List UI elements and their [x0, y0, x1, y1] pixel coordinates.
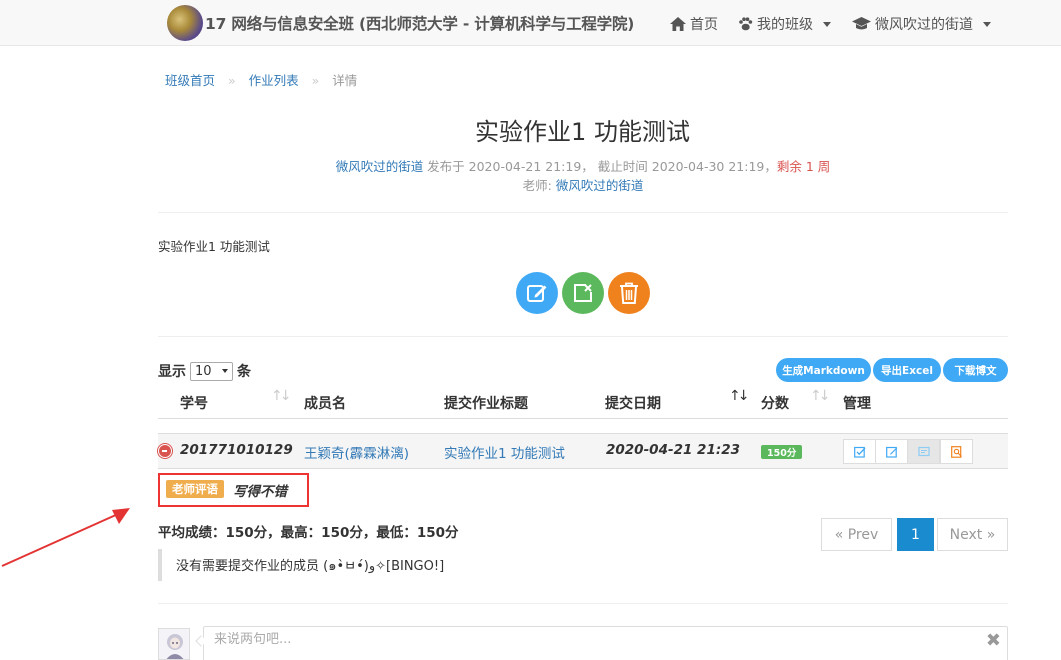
score-badge: 150分 [761, 445, 803, 459]
breadcrumb-separator: » [228, 73, 236, 88]
export-excel-button[interactable]: 导出Excel [873, 358, 941, 382]
nav-user-menu[interactable]: 微风吹过的街道 [852, 14, 991, 34]
top-navbar: 17 网络与信息安全班 (西北师范大学 - 计算机科学与工程学院) 首页 我的班… [0, 0, 1061, 46]
pagination-prev[interactable]: « Prev [821, 518, 892, 551]
cell-member-name-link[interactable]: 王颖奇(霹霖淋漓) [304, 442, 409, 462]
page-size-value: 10 [195, 363, 212, 379]
page-size-select[interactable]: 10 [190, 361, 233, 381]
sort-icon[interactable]: ↑↓ [729, 388, 750, 404]
comment-input-wrapper: ✖ [203, 626, 1008, 660]
page-size-control: 显示 10 条 [158, 361, 251, 381]
column-header-manage: 管理 [843, 396, 871, 412]
download-posts-button[interactable]: 下载博文 [943, 358, 1008, 382]
breadcrumb-class-home[interactable]: 班级首页 [165, 73, 215, 88]
search-document-icon [950, 445, 962, 458]
comment-input[interactable] [214, 632, 974, 647]
class-title[interactable]: 17 网络与信息安全班 (西北师范大学 - 计算机科学与工程学院) [205, 12, 634, 34]
homework-remaining: 剩余 1 周 [776, 159, 831, 174]
table-header-divider [158, 418, 1008, 419]
cell-homework-title-link[interactable]: 实验作业1 功能测试 [444, 442, 565, 462]
teacher-comment-tag: 老师评语 [166, 480, 224, 498]
comment-icon [917, 446, 930, 456]
teacher-comment-text: 写得不错 [233, 484, 287, 500]
pagination-page-current[interactable]: 1 [897, 518, 934, 551]
homework-publish-info: 发布于 2020-04-21 21:19， 截止时间 2020-04-30 21… [423, 159, 777, 174]
checkbox-icon [853, 446, 865, 458]
nav-my-class-label: 我的班级 [757, 17, 813, 33]
nav-user-label: 微风吹过的街道 [875, 17, 973, 33]
graduation-cap-icon [852, 17, 871, 30]
homework-description: 实验作业1 功能测试 [158, 239, 270, 254]
homework-author-link[interactable]: 微风吹过的街道 [336, 159, 424, 174]
edit-icon [527, 285, 547, 302]
breadcrumb: 班级首页 » 作业列表 » 详情 [165, 70, 357, 89]
column-header-submit-date[interactable]: 提交日期 [605, 393, 661, 413]
close-homework-button[interactable] [562, 272, 604, 314]
no-pending-notice: 没有需要提交作业的成员 (๑•̀ㅂ•́)و✧[BINGO!] [158, 549, 458, 581]
unit-label: 条 [237, 364, 251, 380]
review-submission-button[interactable] [940, 439, 973, 464]
annotation-arrow-icon [1, 508, 130, 567]
close-square-icon [574, 284, 592, 302]
delete-homework-button[interactable] [608, 272, 650, 314]
divider [158, 336, 1008, 337]
grade-button[interactable] [843, 439, 876, 464]
teacher-label: 老师: [522, 178, 556, 193]
homework-meta: 微风吹过的街道 发布于 2020-04-21 21:19， 截止时间 2020-… [0, 156, 1061, 175]
column-header-member-name[interactable]: 成员名 [304, 393, 346, 413]
cell-student-id: 201771010129 [180, 442, 293, 458]
generate-markdown-button[interactable]: 生成Markdown [776, 358, 871, 382]
trash-icon [620, 282, 638, 304]
score-statistics: 平均成绩：150分，最高：150分，最低：150分 [158, 525, 459, 541]
class-avatar[interactable] [167, 5, 203, 41]
show-label: 显示 [158, 364, 186, 380]
nav-home-label: 首页 [690, 17, 718, 33]
chevron-down-icon [823, 21, 831, 27]
sort-icon[interactable]: ↑↓ [810, 388, 831, 404]
breadcrumb-homework-list[interactable]: 作业列表 [249, 73, 299, 88]
close-icon[interactable]: ✖ [986, 630, 1001, 651]
homework-title: 实验作业1 功能测试 [475, 118, 690, 146]
edit-icon [885, 446, 897, 458]
pagination-next[interactable]: Next » [937, 518, 1008, 551]
avatar-image-icon [159, 629, 189, 659]
nav-my-class[interactable]: 我的班级 [738, 14, 831, 34]
breadcrumb-separator: » [311, 73, 320, 88]
edit-submission-button[interactable] [875, 439, 908, 464]
edit-homework-button[interactable] [516, 272, 558, 314]
home-icon [670, 17, 686, 31]
divider [158, 603, 1008, 604]
sort-icon[interactable]: ↑↓ [271, 388, 292, 404]
breadcrumb-current: 详情 [332, 73, 358, 88]
divider [158, 212, 1008, 213]
cell-submit-date: 2020-04-21 21:23 [606, 442, 741, 458]
homework-teacher: 老师: 微风吹过的街道 [0, 175, 1061, 194]
current-user-avatar[interactable] [158, 628, 190, 660]
collapse-row-icon[interactable] [158, 444, 172, 458]
column-header-homework-title[interactable]: 提交作业标题 [444, 393, 528, 413]
chevron-down-icon [222, 369, 228, 373]
comment-submission-button[interactable] [907, 439, 940, 464]
paw-icon [739, 17, 753, 31]
nav-home[interactable]: 首页 [670, 14, 718, 34]
chevron-down-icon [983, 21, 991, 27]
column-header-score[interactable]: 分数 [761, 393, 789, 413]
teacher-link[interactable]: 微风吹过的街道 [556, 178, 644, 193]
column-header-student-id[interactable]: 学号 [180, 393, 208, 413]
